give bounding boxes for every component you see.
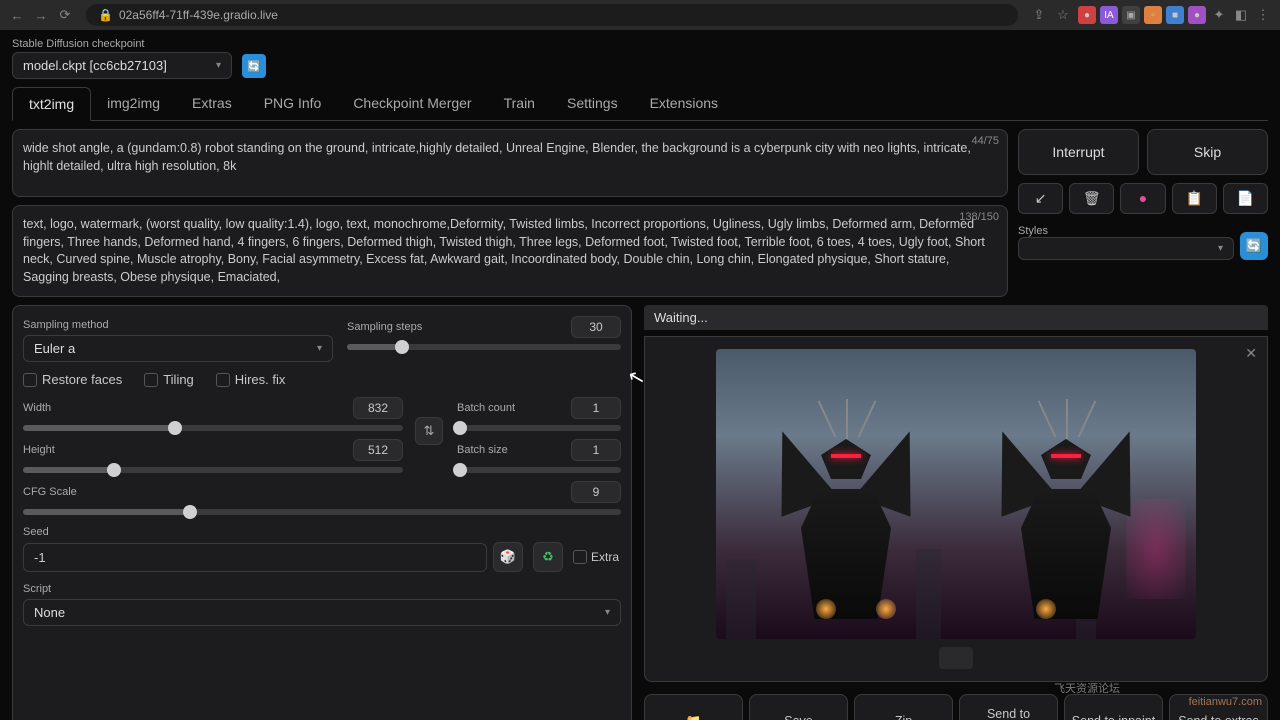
prompt-textarea[interactable]: 44/75 wide shot angle, a (gundam:0.8) ro…	[12, 129, 1008, 197]
swap-dimensions-button[interactable]: ⇅	[415, 417, 443, 445]
tab-extras[interactable]: Extras	[176, 87, 248, 120]
tab-img2img[interactable]: img2img	[91, 87, 176, 120]
arrow-tool-button[interactable]: ↙	[1018, 183, 1063, 214]
random-seed-button[interactable]: 🎲	[493, 542, 523, 572]
style-button[interactable]: ●	[1120, 183, 1165, 214]
watermark-text-2: feitianwu7.com	[1189, 696, 1262, 708]
ext-icon-3[interactable]: ▣	[1122, 6, 1140, 24]
tab-pnginfo[interactable]: PNG Info	[248, 87, 338, 120]
generation-settings: Sampling method Euler a ▾ Sampling steps…	[12, 305, 632, 720]
sampling-steps-label: Sampling steps	[347, 321, 422, 333]
ext-icon-5[interactable]: ■	[1166, 6, 1184, 24]
interrupt-button[interactable]: Interrupt	[1018, 129, 1139, 175]
forward-button[interactable]: →	[32, 6, 50, 24]
main-tabs: txt2img img2img Extras PNG Info Checkpoi…	[12, 87, 1268, 121]
cfg-scale-slider[interactable]	[23, 509, 621, 515]
height-value[interactable]: 512	[353, 439, 403, 461]
trash-button[interactable]: 🗑	[1069, 183, 1114, 214]
browser-toolbar: ← → ⟳ 🔒 02a56ff4-71ff-439e.gradio.live ⇪…	[0, 0, 1280, 30]
chevron-down-icon: ▾	[605, 607, 610, 618]
refresh-checkpoint-button[interactable]: 🔄	[242, 54, 266, 78]
reuse-seed-button[interactable]: ♻	[533, 542, 563, 572]
width-slider[interactable]	[23, 425, 403, 431]
sampling-method-label: Sampling method	[23, 319, 109, 331]
close-icon[interactable]: ✕	[1245, 345, 1257, 362]
ext-icon-4[interactable]: ▫	[1144, 6, 1162, 24]
url-bar[interactable]: 🔒 02a56ff4-71ff-439e.gradio.live	[86, 4, 1018, 26]
reload-button[interactable]: ⟳	[56, 6, 74, 24]
seed-input[interactable]: -1	[23, 543, 487, 572]
batch-size-slider[interactable]	[457, 467, 621, 473]
script-select[interactable]: None ▾	[23, 599, 621, 626]
batch-size-label: Batch size	[457, 444, 508, 456]
chevron-down-icon: ▾	[317, 343, 322, 354]
prompt-token-count: 44/75	[971, 134, 999, 149]
sampling-steps-slider[interactable]	[347, 344, 621, 350]
ext-icon-6[interactable]: ●	[1188, 6, 1206, 24]
open-folder-button[interactable]: 📁	[644, 694, 743, 720]
ext-icon-2[interactable]: IA	[1100, 6, 1118, 24]
checkpoint-label: Stable Diffusion checkpoint	[12, 38, 232, 50]
extension-icons: ● IA ▣ ▫ ■ ● ✦ ◧ ⋮	[1078, 6, 1272, 24]
width-label: Width	[23, 402, 51, 414]
zip-button[interactable]: Zip	[854, 694, 953, 720]
panel-icon[interactable]: ◧	[1232, 6, 1250, 24]
restore-faces-checkbox[interactable]: Restore faces	[23, 372, 122, 387]
output-panel: Waiting... ✕	[644, 305, 1268, 720]
sampling-method-select[interactable]: Euler a ▾	[23, 335, 333, 362]
back-button[interactable]: ←	[8, 6, 26, 24]
ext-icon-1[interactable]: ●	[1078, 6, 1096, 24]
batch-count-slider[interactable]	[457, 425, 621, 431]
output-image-container: ✕	[644, 336, 1268, 682]
seed-extra-checkbox[interactable]: Extra	[573, 550, 621, 564]
batch-size-value[interactable]: 1	[571, 439, 621, 461]
tab-txt2img[interactable]: txt2img	[12, 87, 91, 121]
negative-prompt-textarea[interactable]: 138/150 text, logo, watermark, (worst qu…	[12, 205, 1008, 297]
paste-button[interactable]: 📄	[1223, 183, 1268, 214]
save-button[interactable]: Save	[749, 694, 848, 720]
extensions-icon[interactable]: ✦	[1210, 6, 1228, 24]
watermark-text-1: 飞天资源论坛	[1054, 680, 1120, 696]
clipboard-button[interactable]: 📋	[1172, 183, 1217, 214]
send-to-img2img-button[interactable]: Send to img2img	[959, 694, 1058, 720]
neg-prompt-token-count: 138/150	[959, 210, 999, 225]
skip-button[interactable]: Skip	[1147, 129, 1268, 175]
checkpoint-select[interactable]: model.ckpt [cc6cb27103] ▾	[12, 52, 232, 79]
tab-extensions[interactable]: Extensions	[634, 87, 734, 120]
width-value[interactable]: 832	[353, 397, 403, 419]
share-icon[interactable]: ⇪	[1030, 6, 1048, 24]
batch-count-value[interactable]: 1	[571, 397, 621, 419]
seed-label: Seed	[23, 526, 49, 538]
status-text: Waiting...	[644, 305, 1268, 330]
script-label: Script	[23, 583, 51, 595]
tab-settings[interactable]: Settings	[551, 87, 634, 120]
tab-checkpoint-merger[interactable]: Checkpoint Merger	[337, 87, 487, 120]
styles-label: Styles	[1018, 225, 1048, 237]
styles-select[interactable]: ▾	[1018, 237, 1234, 260]
height-slider[interactable]	[23, 467, 403, 473]
apply-style-button[interactable]: 🔄	[1240, 232, 1268, 260]
hires-fix-checkbox[interactable]: Hires. fix	[216, 372, 286, 387]
tiling-checkbox[interactable]: Tiling	[144, 372, 194, 387]
chevron-down-icon: ▾	[1218, 243, 1223, 254]
menu-icon[interactable]: ⋮	[1254, 6, 1272, 24]
thumbnail[interactable]	[939, 647, 973, 669]
tab-train[interactable]: Train	[488, 87, 551, 120]
chevron-down-icon: ▾	[216, 60, 221, 71]
sampling-steps-value[interactable]: 30	[571, 316, 621, 338]
star-icon[interactable]: ☆	[1054, 6, 1072, 24]
send-to-inpaint-button[interactable]: Send to inpaint	[1064, 694, 1163, 720]
height-label: Height	[23, 444, 55, 456]
batch-count-label: Batch count	[457, 402, 515, 414]
generated-image[interactable]	[716, 349, 1196, 639]
cfg-scale-value[interactable]: 9	[571, 481, 621, 503]
cfg-scale-label: CFG Scale	[23, 486, 77, 498]
